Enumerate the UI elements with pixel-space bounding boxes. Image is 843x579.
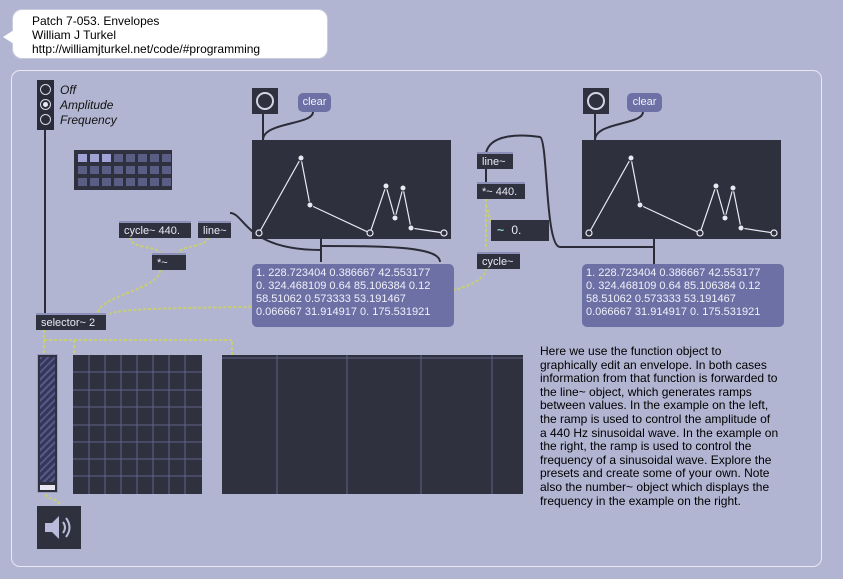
- line-right-object[interactable]: line~: [477, 152, 513, 169]
- cycle-right-object[interactable]: cycle~: [477, 252, 520, 269]
- envelope-left-graph: [255, 154, 448, 237]
- line-left-object[interactable]: line~: [198, 221, 231, 238]
- preset-slot[interactable]: [162, 166, 171, 174]
- radio-off[interactable]: [40, 84, 51, 95]
- preset-slot[interactable]: [102, 178, 111, 186]
- preset-slot[interactable]: [90, 154, 99, 162]
- preset-slot[interactable]: [78, 178, 87, 186]
- envelope-right-graph: [585, 154, 778, 237]
- function-left[interactable]: [252, 140, 451, 239]
- radio-label-amplitude: Amplitude: [60, 98, 114, 112]
- header-title: Patch 7-053. Envelopes: [32, 14, 160, 28]
- preset-slot[interactable]: [102, 166, 111, 174]
- radio-label-frequency: Frequency: [60, 113, 117, 127]
- preset-slot[interactable]: [138, 166, 147, 174]
- preset-slot[interactable]: [78, 166, 87, 174]
- number-tilde-box[interactable]: ~ 0.: [491, 220, 549, 241]
- radio-amplitude[interactable]: [40, 99, 51, 110]
- tilde-icon: ~: [497, 223, 505, 237]
- spectroscope: [222, 355, 523, 494]
- selector-object[interactable]: selector~ 2: [36, 313, 106, 330]
- preset-slot[interactable]: [138, 154, 147, 162]
- header-author: William J Turkel: [32, 28, 117, 42]
- radio-frequency[interactable]: [40, 114, 51, 125]
- times-right-object[interactable]: *~ 440.: [477, 182, 525, 199]
- level-meter: [37, 354, 58, 493]
- preset-slot[interactable]: [126, 178, 135, 186]
- speaker-button[interactable]: [37, 506, 81, 549]
- list-left-message[interactable]: 1. 228.723404 0.386667 42.553177 0. 324.…: [252, 264, 454, 327]
- meter-cap: [40, 485, 55, 490]
- scope-grid: [73, 355, 202, 494]
- speaker-icon: [45, 516, 71, 539]
- clear-right-button[interactable]: clear: [627, 93, 662, 112]
- preset-slot[interactable]: [150, 178, 159, 186]
- preset-slot[interactable]: [126, 154, 135, 162]
- preset-slot[interactable]: [150, 154, 159, 162]
- number-value: 0.: [511, 223, 522, 237]
- preset-slot[interactable]: [138, 178, 147, 186]
- preset-slot[interactable]: [114, 154, 123, 162]
- preset-grid[interactable]: [74, 150, 172, 190]
- function-right[interactable]: [582, 140, 781, 239]
- list-right-message[interactable]: 1. 228.723404 0.386667 42.553177 0. 324.…: [582, 264, 784, 327]
- preset-slot[interactable]: [114, 178, 123, 186]
- spectroscope-grid: [222, 355, 523, 494]
- bang-right-button[interactable]: [583, 88, 609, 114]
- preset-slot[interactable]: [126, 166, 135, 174]
- times-left-object[interactable]: *~: [152, 253, 186, 270]
- bang-left-button[interactable]: [252, 88, 278, 114]
- radio-group[interactable]: [37, 80, 54, 130]
- radio-label-off: Off: [60, 83, 77, 97]
- preset-slot[interactable]: [150, 166, 159, 174]
- preset-slot[interactable]: [90, 178, 99, 186]
- preset-slot[interactable]: [102, 154, 111, 162]
- preset-slot[interactable]: [114, 166, 123, 174]
- preset-slot[interactable]: [78, 154, 87, 162]
- description-comment: Here we use the function object to graph…: [540, 344, 779, 508]
- header-comment: Patch 7-053. Envelopes William J Turkel …: [3, 10, 327, 58]
- clear-left-button[interactable]: clear: [298, 93, 331, 112]
- cycle-left-object[interactable]: cycle~ 440.: [119, 221, 191, 238]
- meter-hatch: [40, 357, 55, 482]
- oscilloscope: [73, 355, 202, 494]
- bubble-tail: [3, 30, 14, 44]
- preset-slot[interactable]: [162, 154, 171, 162]
- preset-slot[interactable]: [162, 178, 171, 186]
- header-url: http://williamjturkel.net/code/#programm…: [32, 42, 261, 56]
- preset-slot[interactable]: [90, 166, 99, 174]
